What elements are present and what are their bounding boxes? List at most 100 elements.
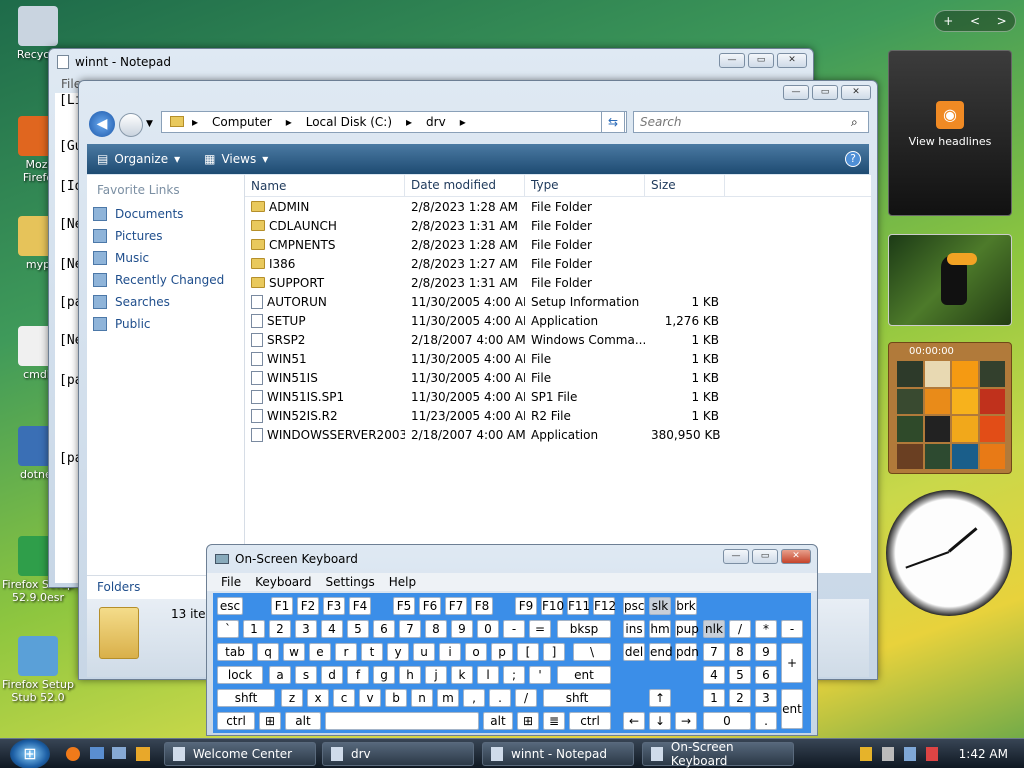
sidebar-prev-button[interactable]: < — [970, 14, 980, 28]
puzzle-grid[interactable] — [897, 361, 1005, 469]
file-row[interactable]: CDLAUNCH 2/8/2023 1:31 AM File Folder — [245, 216, 871, 235]
osk-key[interactable] — [325, 712, 479, 730]
osk-key[interactable]: f — [347, 666, 369, 684]
favorite-link[interactable]: Pictures — [87, 225, 244, 247]
osk-key[interactable]: g — [373, 666, 395, 684]
sidebar-next-button[interactable]: > — [997, 14, 1007, 28]
osk-key[interactable]: ' — [529, 666, 551, 684]
explorer-minimize-button[interactable]: — — [783, 85, 809, 100]
taskbar-button[interactable]: On-Screen Keyboard — [642, 740, 794, 768]
osk-key[interactable]: ent — [557, 666, 611, 684]
osk-key[interactable]: - — [781, 620, 803, 638]
osk-menu-keyboard[interactable]: Keyboard — [255, 575, 311, 589]
osk-key[interactable]: end — [649, 643, 673, 661]
help-icon[interactable]: ? — [845, 151, 861, 167]
osk-key[interactable]: 6 — [373, 620, 395, 638]
osk-key[interactable]: alt — [285, 712, 321, 730]
sidebar-controls[interactable]: + < > — [934, 10, 1016, 32]
osk-key[interactable]: / — [729, 620, 751, 638]
address-bar[interactable]: ▸ Computer ▸ Local Disk (C:) ▸ drv ▸ ▼ — [161, 111, 627, 133]
osk-key[interactable]: k — [451, 666, 473, 684]
osk-key[interactable]: * — [755, 620, 777, 638]
refresh-button[interactable]: ⇆ — [601, 111, 625, 133]
osk-key[interactable]: ; — [503, 666, 525, 684]
explorer-close-button[interactable]: ✕ — [841, 85, 871, 100]
osk-key[interactable]: h — [399, 666, 421, 684]
taskbar-button[interactable]: Welcome Center — [164, 742, 316, 766]
osk-key[interactable]: 7 — [703, 643, 725, 661]
osk-key[interactable]: F3 — [323, 597, 345, 615]
osk-key[interactable]: \ — [573, 643, 611, 661]
tray-expand-icon[interactable] — [882, 747, 894, 761]
osk-key[interactable]: shft — [543, 689, 611, 707]
column-name[interactable]: Name — [245, 175, 405, 196]
osk-key[interactable]: 3 — [295, 620, 317, 638]
file-row[interactable]: WINDOWSSERVER2003... 2/18/2007 4:00 AM App… — [245, 425, 871, 444]
file-row[interactable]: SETUP 11/30/2005 4:00 AM Application 1,276 … — [245, 311, 871, 330]
file-list[interactable]: Name Date modified Type Size ADMIN 2/8/20… — [245, 175, 871, 573]
osk-key[interactable]: ↑ — [649, 689, 671, 707]
osk-key[interactable]: lock — [217, 666, 263, 684]
osk-maximize-button[interactable]: ▭ — [752, 549, 778, 564]
osk-key[interactable]: ] — [543, 643, 565, 661]
osk-key[interactable]: ins — [623, 620, 645, 638]
tray-icons[interactable] — [860, 747, 956, 761]
show-desktop-icon[interactable] — [90, 747, 104, 759]
osk-key[interactable]: = — [529, 620, 551, 638]
osk-key[interactable]: ctrl — [217, 712, 255, 730]
osk-menu-settings[interactable]: Settings — [326, 575, 375, 589]
firefox-quicklaunch-icon[interactable] — [66, 747, 80, 761]
analog-clock-gadget[interactable] — [886, 490, 1012, 616]
osk-key[interactable]: F7 — [445, 597, 467, 615]
osk-key[interactable]: s — [295, 666, 317, 684]
osk-key[interactable]: tab — [217, 643, 253, 661]
osk-key[interactable]: w — [283, 643, 305, 661]
osk-key[interactable]: ⊞ — [517, 712, 539, 730]
osk-key[interactable]: 9 — [755, 643, 777, 661]
osk-key[interactable]: q — [257, 643, 279, 661]
taskbar-button[interactable]: drv — [322, 742, 474, 766]
osk-key[interactable]: 5 — [729, 666, 751, 684]
osk-key[interactable]: y — [387, 643, 409, 661]
osk-key[interactable]: esc — [217, 597, 243, 615]
osk-key[interactable]: F12 — [593, 597, 616, 615]
osk-key[interactable]: F8 — [471, 597, 493, 615]
osk-key[interactable]: [ — [517, 643, 539, 661]
osk-key[interactable]: nlk — [703, 620, 725, 638]
osk-key[interactable]: ` — [217, 620, 239, 638]
views-button[interactable]: ▦ Views ▾ — [204, 152, 268, 166]
file-row[interactable]: ADMIN 2/8/2023 1:28 AM File Folder — [245, 197, 871, 216]
breadcrumb-computer[interactable]: Computer — [212, 115, 272, 129]
osk-minimize-button[interactable]: — — [723, 549, 749, 564]
file-row[interactable]: WIN51IS 11/30/2005 4:00 AM File 1 KB — [245, 368, 871, 387]
file-row[interactable]: WIN51 11/30/2005 4:00 AM File 1 KB — [245, 349, 871, 368]
osk-menu-file[interactable]: File — [221, 575, 241, 589]
osk-key[interactable]: 8 — [729, 643, 751, 661]
notepad-maximize-button[interactable]: ▭ — [748, 53, 774, 68]
taskbar-button[interactable]: winnt - Notepad — [482, 742, 634, 766]
osk-key[interactable]: / — [515, 689, 537, 707]
osk-key[interactable]: → — [675, 712, 697, 730]
osk-key[interactable]: - — [503, 620, 525, 638]
organize-button[interactable]: ▤ Organize ▾ — [97, 152, 180, 166]
osk-key[interactable]: ← — [623, 712, 645, 730]
column-type[interactable]: Type — [525, 175, 645, 196]
breadcrumb-local-disk[interactable]: Local Disk (C:) — [306, 115, 392, 129]
search-input[interactable]: Search — [633, 111, 869, 133]
osk-key[interactable]: n — [411, 689, 433, 707]
osk-key[interactable]: ent — [781, 689, 803, 729]
osk-key[interactable]: o — [465, 643, 487, 661]
osk-key[interactable]: p — [491, 643, 513, 661]
taskbar-clock[interactable]: 1:42 AM — [959, 747, 1008, 761]
osk-key[interactable]: + — [781, 643, 803, 683]
favorite-link[interactable]: Music — [87, 247, 244, 269]
osk-key[interactable]: pdn — [675, 643, 699, 661]
file-row[interactable]: I386 2/8/2023 1:27 AM File Folder — [245, 254, 871, 273]
feed-headlines-gadget[interactable]: ◉ View headlines — [888, 50, 1012, 216]
osk-key[interactable]: d — [321, 666, 343, 684]
osk-key[interactable]: F6 — [419, 597, 441, 615]
picture-puzzle-gadget[interactable]: 00:00:00 — [888, 342, 1012, 474]
osk-key[interactable]: r — [335, 643, 357, 661]
osk-key[interactable]: ctrl — [569, 712, 611, 730]
osk-key[interactable]: slk — [649, 597, 671, 615]
